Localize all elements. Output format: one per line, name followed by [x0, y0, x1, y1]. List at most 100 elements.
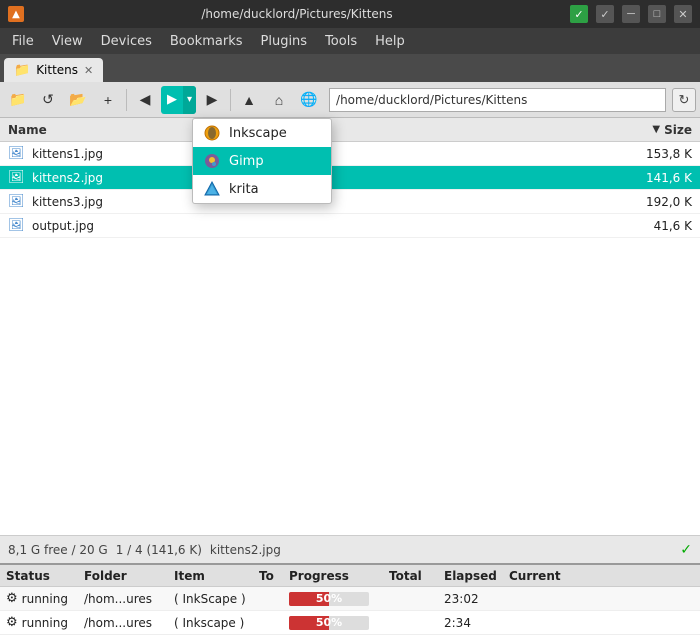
- row-folder: /hom...ures: [80, 616, 170, 630]
- status-left: 8,1 G free / 20 G 1 / 4 (141,6 K) kitten…: [8, 543, 281, 557]
- menu-tools[interactable]: Tools: [317, 30, 365, 52]
- file-row[interactable]: 🖼 output.jpg 41,6 K: [0, 214, 700, 238]
- address-text: /home/ducklord/Pictures/Kittens: [336, 93, 527, 107]
- separator2: [230, 89, 231, 111]
- minimize-button[interactable]: ─: [622, 5, 640, 23]
- col-header-folder: Folder: [80, 569, 170, 583]
- network-gear-icon: ⚙: [6, 615, 18, 630]
- file-icon: 🖼: [8, 146, 28, 161]
- tab-kittens[interactable]: 📁 Kittens ✕: [4, 58, 103, 82]
- table-row: ⚙ running /hom...ures ( InkScape ) 50% 2…: [0, 587, 700, 611]
- network-btn[interactable]: 🌐: [295, 86, 323, 114]
- file-icon: 🖼: [8, 170, 28, 185]
- menu-item-krita[interactable]: krita: [193, 175, 331, 203]
- col-header-status: Status: [0, 569, 80, 583]
- new-folder-btn[interactable]: 📁: [4, 86, 32, 114]
- progress-bar: 50%: [289, 616, 369, 630]
- gear-icon: ⚙: [6, 591, 18, 606]
- menu-bar: File View Devices Bookmarks Plugins Tool…: [0, 28, 700, 54]
- table-row: ⚙ running /hom...ures ( Inkscape ) 50% 2…: [0, 611, 700, 635]
- tab-close-button[interactable]: ✕: [84, 65, 93, 76]
- row-folder: /hom...ures: [80, 592, 170, 606]
- refresh-btn[interactable]: ↻: [672, 88, 696, 112]
- progress-text: 50%: [289, 592, 369, 606]
- check-button[interactable]: ✓: [570, 5, 588, 23]
- file-size: 41,6 K: [612, 219, 692, 233]
- dropdown-arrow-icon[interactable]: ▾: [183, 86, 196, 114]
- free-space-text: 8,1 G free / 20 G: [8, 543, 108, 557]
- main-content: Name ▼ Size 🖼 kittens1.jpg 153,8 K 🖼 kit…: [0, 118, 700, 535]
- history-btn[interactable]: ↺: [34, 86, 62, 114]
- close-button[interactable]: ✕: [674, 5, 692, 23]
- back-btn[interactable]: ◀: [131, 86, 159, 114]
- sort-arrow-icon: ▼: [652, 124, 660, 135]
- file-size: 153,8 K: [612, 147, 692, 161]
- col-header-total: Total: [385, 569, 440, 583]
- row-elapsed: 23:02: [440, 592, 505, 606]
- krita-icon: [203, 180, 221, 198]
- row-progress: 50%: [285, 616, 385, 630]
- menu-item-inkscape[interactable]: Inkscape: [193, 119, 331, 147]
- home-btn[interactable]: ⌂: [265, 86, 293, 114]
- menu-plugins[interactable]: Plugins: [253, 30, 316, 52]
- menu-devices[interactable]: Devices: [93, 30, 160, 52]
- folder-icon: 📁: [14, 63, 30, 78]
- file-size: 141,6 K: [612, 171, 692, 185]
- inkscape-icon: [203, 124, 221, 142]
- status-text: running: [22, 616, 68, 630]
- row-elapsed: 2:34: [440, 616, 505, 630]
- open-folder-btn[interactable]: 📂: [64, 86, 92, 114]
- menu-view[interactable]: View: [44, 30, 91, 52]
- address-bar[interactable]: /home/ducklord/Pictures/Kittens: [329, 88, 666, 112]
- col-header-progress: Progress: [285, 569, 385, 583]
- forward-btn[interactable]: ▶: [198, 86, 226, 114]
- file-row[interactable]: 🖼 kittens2.jpg 141,6 K: [0, 166, 700, 190]
- open-with-dropdown[interactable]: ▶ ▾: [161, 86, 196, 114]
- window-title: /home/ducklord/Pictures/Kittens: [201, 7, 392, 21]
- add-btn[interactable]: +: [94, 86, 122, 114]
- title-bar-controls: ✓ ✓ ─ □ ✕: [570, 5, 692, 23]
- title-bar: ▲ /home/ducklord/Pictures/Kittens ✓ ✓ ─ …: [0, 0, 700, 28]
- status-check-icon: ✓: [680, 542, 692, 558]
- col-header-current: Current: [505, 569, 565, 583]
- row-item: ( Inkscape ): [170, 616, 255, 630]
- open-with-icon: ▶: [161, 86, 183, 114]
- file-icon: 🖼: [8, 194, 28, 209]
- tab-label: Kittens: [36, 63, 78, 77]
- file-list-header: Name ▼ Size: [0, 118, 700, 142]
- status-bar: 8,1 G free / 20 G 1 / 4 (141,6 K) kitten…: [0, 535, 700, 563]
- progress-bar: 50%: [289, 592, 369, 606]
- file-name: output.jpg: [32, 219, 612, 233]
- maximize-button[interactable]: □: [648, 5, 666, 23]
- row-progress: 50%: [285, 592, 385, 606]
- col-header-item: Item: [170, 569, 255, 583]
- title-bar-left: ▲: [8, 6, 24, 22]
- menu-bookmarks[interactable]: Bookmarks: [162, 30, 251, 52]
- file-size: 192,0 K: [612, 195, 692, 209]
- progress-text: 50%: [289, 616, 369, 630]
- inkscape-label: Inkscape: [229, 126, 287, 141]
- file-row[interactable]: 🖼 kittens1.jpg 153,8 K: [0, 142, 700, 166]
- open-with-context-menu: Inkscape Gimp krita: [192, 118, 332, 204]
- menu-file[interactable]: File: [4, 30, 42, 52]
- check2-button[interactable]: ✓: [596, 5, 614, 23]
- up-btn[interactable]: ▲: [235, 86, 263, 114]
- file-count-text: 1 / 4 (141,6 K): [116, 543, 202, 557]
- gimp-label: Gimp: [229, 154, 264, 169]
- status-text: running: [22, 592, 68, 606]
- separator1: [126, 89, 127, 111]
- menu-help[interactable]: Help: [367, 30, 413, 52]
- file-row[interactable]: 🖼 kittens3.jpg 192,0 K: [0, 190, 700, 214]
- file-icon: 🖼: [8, 218, 28, 233]
- col-header-elapsed: Elapsed: [440, 569, 505, 583]
- col-header-to: To: [255, 569, 285, 583]
- gimp-icon: [203, 152, 221, 170]
- transfer-table: Status Folder Item To Progress Total Ela…: [0, 563, 700, 635]
- row-status: ⚙ running: [0, 591, 80, 606]
- app-icon: ▲: [8, 6, 24, 22]
- toolbar: 📁 ↺ 📂 + ◀ ▶ ▾ ▶ ▲ ⌂ 🌐 /home/ducklord/Pic…: [0, 82, 700, 118]
- menu-item-gimp[interactable]: Gimp: [193, 147, 331, 175]
- header-size: ▼ Size: [612, 123, 692, 137]
- row-status: ⚙ running: [0, 615, 80, 630]
- file-list-area: Name ▼ Size 🖼 kittens1.jpg 153,8 K 🖼 kit…: [0, 118, 700, 535]
